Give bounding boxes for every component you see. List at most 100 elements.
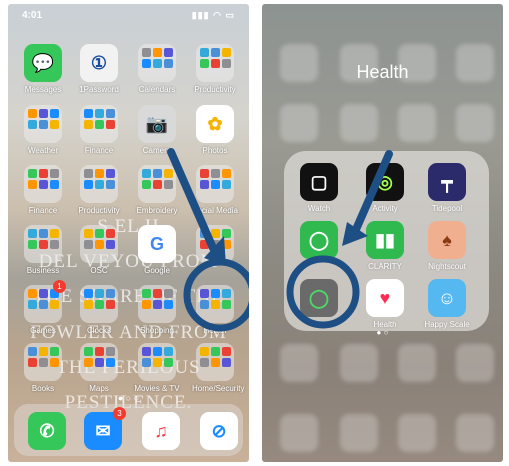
clarity-icon: ▮▮ [366, 221, 404, 259]
folder-title[interactable]: Health [262, 62, 503, 83]
blurred-app-tile [280, 414, 318, 452]
app-label: Social Media [192, 206, 238, 215]
folder-icon [80, 165, 118, 203]
health-heart-icon: ♥ [366, 279, 404, 317]
mini-app-icon [221, 48, 231, 57]
dock-phone[interactable]: ✆ [24, 412, 70, 450]
app-unnamed[interactable]: ◯ [296, 279, 342, 320]
mini-app-icon [199, 347, 209, 356]
dock-mail[interactable]: ✉ 3 [80, 407, 126, 450]
status-time: 4:01 [22, 10, 43, 21]
app-watch[interactable]: ▢ Watch [296, 163, 342, 213]
folder-embroidery[interactable]: Embroidery [134, 165, 180, 215]
mini-app-icon [83, 240, 93, 249]
app-label: Books [31, 384, 55, 393]
mini-app-icon [221, 180, 231, 189]
folder-icon [24, 105, 62, 143]
folder-games[interactable]: 1 Games [20, 280, 66, 335]
mini-app-icon [27, 347, 37, 356]
folder-icon [138, 165, 176, 203]
app-label: Health [203, 326, 227, 335]
folder-productivity[interactable]: Productivity [76, 165, 122, 215]
folder-business[interactable]: Business [20, 225, 66, 275]
mini-app-icon [94, 169, 104, 178]
folder-icon [80, 343, 118, 381]
app-messages[interactable]: 💬 Messages [20, 44, 66, 94]
mini-app-icon [94, 229, 104, 238]
mini-app-icon [152, 358, 162, 367]
mini-app-icon [27, 240, 37, 249]
mini-app-icon [94, 120, 104, 129]
mini-app-icon [141, 289, 151, 298]
green-ring-icon: ◯ [300, 279, 338, 317]
mini-app-icon [83, 300, 93, 309]
app-google[interactable]: G Google [134, 225, 180, 275]
mini-app-icon [163, 59, 173, 68]
folder-calendars[interactable]: Calendars [134, 44, 180, 94]
folder-finance[interactable]: Finance [76, 105, 122, 155]
folder-social-media[interactable]: Social Media [192, 165, 238, 215]
app-tidepool[interactable]: ┯ Tidepool [424, 163, 470, 213]
mini-app-icon [38, 229, 48, 238]
dock-safari[interactable]: ⊘ [196, 412, 242, 450]
mini-app-icon [210, 358, 220, 367]
folder-home-security[interactable]: Home/Security [192, 343, 245, 393]
health-folder-screen: Health ▢ Watch ◎ Activity ┯ Tidepool ◯ ▮▮ CLARIT… [262, 4, 503, 462]
tidepool-icon: ┯ [428, 163, 466, 201]
app-unnamed[interactable]: ◯ [296, 221, 342, 262]
dock-music[interactable]: ♫ [138, 412, 184, 450]
folder-icon [138, 343, 176, 381]
mini-app-icon [38, 180, 48, 189]
nightscout-icon-glyph: ♠ [442, 229, 452, 250]
folder-weather[interactable]: Weather [20, 105, 66, 155]
app-label: Embroidery [136, 206, 178, 215]
mini-app-icon [152, 59, 162, 68]
mini-app-icon [27, 300, 37, 309]
folder-movies-tv[interactable]: Movies & TV [134, 343, 180, 393]
mail-icon-glyph: ✉ [95, 420, 111, 441]
mini-app-icon [199, 48, 209, 57]
mini-app-icon [199, 229, 209, 238]
mini-app-icon [38, 240, 48, 249]
folder-unnamed[interactable] [192, 225, 238, 266]
app-health[interactable]: ♥ Health [362, 279, 408, 329]
app-label: Home/Security [192, 384, 245, 393]
mini-app-icon [38, 358, 48, 367]
blurred-app-tile [280, 344, 318, 382]
folder-page-indicator[interactable]: ● ○ [262, 328, 503, 337]
folder-shopping[interactable]: Shopping [134, 285, 180, 335]
mini-app-icon [105, 358, 115, 367]
watch-icon: ▢ [300, 163, 338, 201]
mini-app-icon [83, 180, 93, 189]
app-label: 1Password [79, 85, 119, 94]
clarity-icon-glyph: ▮▮ [375, 229, 395, 250]
mini-app-icon [152, 48, 162, 57]
folder-productivity[interactable]: Productivity [192, 44, 238, 94]
app-1password[interactable]: ① 1Password [76, 44, 122, 94]
folder-clocks[interactable]: Clocks [76, 285, 122, 335]
music-icon: ♫ [142, 412, 180, 450]
folder-maps[interactable]: Maps [76, 343, 122, 393]
folder-finance[interactable]: Finance [20, 165, 66, 215]
safari-icon-glyph: ⊘ [211, 420, 227, 441]
app-clarity[interactable]: ▮▮ CLARITY [362, 221, 408, 271]
app-nightscout[interactable]: ♠ Nightscout [424, 221, 470, 271]
app-happy-scale[interactable]: ☺ Happy Scale [424, 279, 470, 329]
mini-app-icon [94, 240, 104, 249]
app-activity[interactable]: ◎ Activity [362, 163, 408, 213]
app-photos[interactable]: ✿ Photos [192, 105, 238, 155]
activity-icon: ◎ [366, 163, 404, 201]
folder-icon [80, 225, 118, 263]
page-indicator[interactable]: ● ○ ○ [8, 393, 249, 403]
mini-app-icon [49, 229, 59, 238]
folder-health[interactable]: Health [192, 285, 238, 335]
folder-icon [24, 165, 62, 203]
app-camera[interactable]: 📷 Camera [134, 105, 180, 155]
photos-icon-glyph: ✿ [207, 113, 223, 134]
app-label: Clocks [86, 326, 111, 335]
folder-books[interactable]: Books [20, 343, 66, 393]
mini-app-icon [105, 169, 115, 178]
mini-app-icon [83, 347, 93, 356]
folder-osc[interactable]: OSC [76, 225, 122, 275]
app-label: Activity [372, 204, 398, 213]
